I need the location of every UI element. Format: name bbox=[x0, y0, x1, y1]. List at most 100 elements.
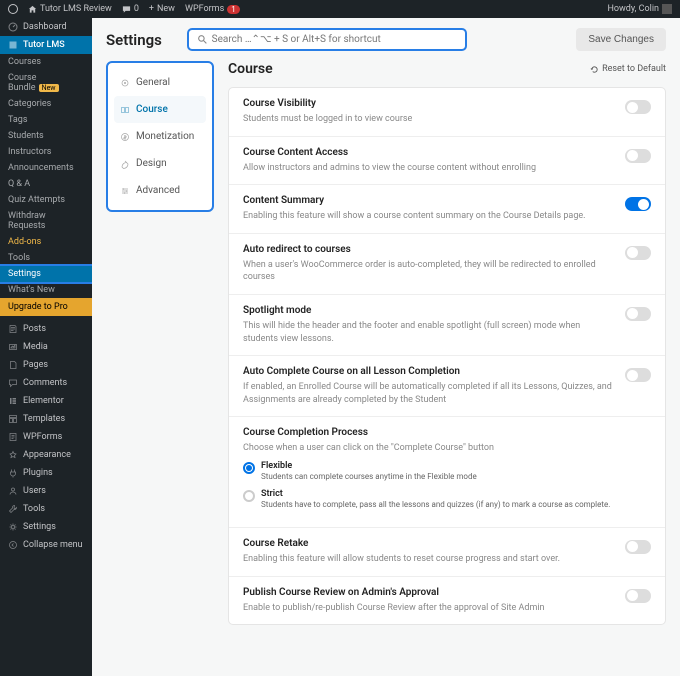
sidebar-sub-what-s-new[interactable]: What's New bbox=[0, 282, 92, 298]
radio-flexible[interactable] bbox=[243, 462, 255, 474]
collapse-menu[interactable]: Collapse menu bbox=[0, 536, 92, 554]
sidebar-item-media[interactable]: Media bbox=[0, 338, 92, 356]
sidebar-item-posts[interactable]: Posts bbox=[0, 320, 92, 338]
sidebar-item-tutor[interactable]: Tutor LMS bbox=[0, 36, 92, 54]
design-icon bbox=[120, 159, 130, 169]
monetization-icon bbox=[120, 132, 130, 142]
settings-icon bbox=[8, 522, 18, 532]
sidebar-sub-quiz-attempts[interactable]: Quiz Attempts bbox=[0, 192, 92, 208]
toggle[interactable] bbox=[625, 246, 651, 260]
sidebar-item-templates[interactable]: Templates bbox=[0, 410, 92, 428]
sidebar-item-plugins[interactable]: Plugins bbox=[0, 464, 92, 482]
dashboard-icon bbox=[8, 22, 18, 32]
comments-link[interactable]: 0 bbox=[122, 4, 139, 14]
setting-title: Auto redirect to courses bbox=[243, 244, 613, 255]
tab-general[interactable]: General bbox=[114, 69, 206, 96]
plugins-icon bbox=[8, 468, 18, 478]
settings-header: Settings Search …⌃⌥ + S or Alt+S for sho… bbox=[92, 18, 680, 61]
reset-to-default[interactable]: Reset to Default bbox=[590, 64, 666, 74]
sidebar-sub-courses[interactable]: Courses bbox=[0, 54, 92, 70]
wordpress-icon bbox=[8, 4, 18, 14]
setting-course-visibility: Course Visibility Students must be logged… bbox=[229, 88, 665, 137]
sidebar-sub-add-ons[interactable]: Add-ons bbox=[0, 234, 92, 250]
sidebar-sub-categories[interactable]: Categories bbox=[0, 96, 92, 112]
sidebar-sub-students[interactable]: Students bbox=[0, 128, 92, 144]
setting-title: Course Retake bbox=[243, 538, 613, 549]
toggle[interactable] bbox=[625, 307, 651, 321]
sidebar-sub-course-bundle[interactable]: Course BundleNew bbox=[0, 70, 92, 96]
sidebar-item-settings[interactable]: Settings bbox=[0, 518, 92, 536]
setting-course-content-access: Course Content Access Allow instructors a… bbox=[229, 137, 665, 186]
toggle[interactable] bbox=[625, 197, 651, 211]
wp-logo[interactable] bbox=[8, 4, 18, 14]
site-name[interactable]: Tutor LMS Review bbox=[28, 4, 112, 14]
setting-auto-redirect-to-courses: Auto redirect to coursesWhen a user's Wo… bbox=[229, 234, 665, 295]
advanced-icon bbox=[120, 186, 130, 196]
setting-desc: Allow instructors and admins to view the… bbox=[243, 162, 613, 175]
admin-sidebar: Dashboard Tutor LMS CoursesCourse Bundle… bbox=[0, 18, 92, 676]
upgrade-to-pro[interactable]: Upgrade to Pro bbox=[0, 298, 92, 316]
setting-title: Spotlight mode bbox=[243, 305, 613, 316]
sidebar-item-pages[interactable]: Pages bbox=[0, 356, 92, 374]
toggle[interactable] bbox=[625, 589, 651, 603]
toggle[interactable] bbox=[625, 368, 651, 382]
setting-desc: Students must be logged in to view cours… bbox=[243, 113, 613, 126]
sidebar-sub-withdraw-requests[interactable]: Withdraw Requests bbox=[0, 208, 92, 234]
toggle[interactable] bbox=[625, 149, 651, 163]
sidebar-item-appearance[interactable]: Appearance bbox=[0, 446, 92, 464]
setting-title: Course Content Access bbox=[243, 147, 613, 158]
media-icon bbox=[8, 342, 18, 352]
page-title: Settings bbox=[106, 31, 162, 49]
search-box[interactable]: Search …⌃⌥ + S or Alt+S for shortcut bbox=[187, 28, 467, 51]
collapse-icon bbox=[8, 540, 18, 550]
posts-icon bbox=[8, 324, 18, 334]
sidebar-sub-tools[interactable]: Tools bbox=[0, 250, 92, 266]
tab-course[interactable]: Course bbox=[114, 96, 206, 123]
settings-tabs: GeneralCourseMonetizationDesignAdvanced bbox=[106, 61, 214, 212]
sidebar-item-wpforms[interactable]: WPForms bbox=[0, 428, 92, 446]
avatar-icon bbox=[662, 4, 672, 14]
users-icon bbox=[8, 486, 18, 496]
admin-bar: Tutor LMS Review 0 + New WPForms1 Howdy,… bbox=[0, 0, 680, 18]
general-icon bbox=[120, 78, 130, 88]
setting-course-retake: Course Retake Enabling this feature will … bbox=[229, 528, 665, 577]
sidebar-item-elementor[interactable]: Elementor bbox=[0, 392, 92, 410]
new-link[interactable]: + New bbox=[149, 4, 175, 14]
sidebar-sub-instructors[interactable]: Instructors bbox=[0, 144, 92, 160]
toggle[interactable] bbox=[625, 100, 651, 114]
user-greeting[interactable]: Howdy, Colin bbox=[607, 4, 672, 14]
sidebar-sub-settings[interactable]: Settings bbox=[0, 266, 92, 282]
sidebar-item-comments[interactable]: Comments bbox=[0, 374, 92, 392]
sidebar-sub-announcements[interactable]: Announcements bbox=[0, 160, 92, 176]
templates-icon bbox=[8, 414, 18, 424]
tools-icon bbox=[8, 504, 18, 514]
comment-icon bbox=[122, 5, 131, 14]
search-placeholder: Search …⌃⌥ + S or Alt+S for shortcut bbox=[212, 34, 381, 45]
setting-course-completion-process: Course Completion Process Choose when a u… bbox=[229, 417, 665, 528]
setting-title: Content Summary bbox=[243, 195, 613, 206]
setting-desc: Choose when a user can click on the "Com… bbox=[243, 442, 651, 455]
setting-desc: If enabled, an Enrolled Course will be a… bbox=[243, 381, 613, 406]
radio-strict[interactable] bbox=[243, 490, 255, 502]
search-icon bbox=[197, 34, 208, 45]
tab-advanced[interactable]: Advanced bbox=[114, 177, 206, 204]
setting-auto-complete-course-on-all-lesson-completion: Auto Complete Course on all Lesson Compl… bbox=[229, 356, 665, 417]
save-button[interactable]: Save Changes bbox=[576, 28, 666, 51]
pages-icon bbox=[8, 360, 18, 370]
sidebar-sub-q-a[interactable]: Q & A bbox=[0, 176, 92, 192]
home-icon bbox=[28, 5, 37, 14]
setting-title: Course Completion Process bbox=[243, 427, 651, 438]
settings-card: Course Visibility Students must be logged… bbox=[228, 87, 666, 625]
main-content: Settings Search …⌃⌥ + S or Alt+S for sho… bbox=[92, 18, 680, 676]
setting-desc: Enabling this feature will allow student… bbox=[243, 553, 613, 566]
tab-monetization[interactable]: Monetization bbox=[114, 123, 206, 150]
sidebar-item-dashboard[interactable]: Dashboard bbox=[0, 18, 92, 36]
setting-title: Publish Course Review on Admin's Approva… bbox=[243, 587, 613, 598]
toggle[interactable] bbox=[625, 540, 651, 554]
sidebar-item-tools[interactable]: Tools bbox=[0, 500, 92, 518]
sidebar-item-users[interactable]: Users bbox=[0, 482, 92, 500]
sidebar-sub-tags[interactable]: Tags bbox=[0, 112, 92, 128]
setting-title: Course Visibility bbox=[243, 98, 613, 109]
tab-design[interactable]: Design bbox=[114, 150, 206, 177]
wpforms-link[interactable]: WPForms1 bbox=[185, 4, 240, 14]
